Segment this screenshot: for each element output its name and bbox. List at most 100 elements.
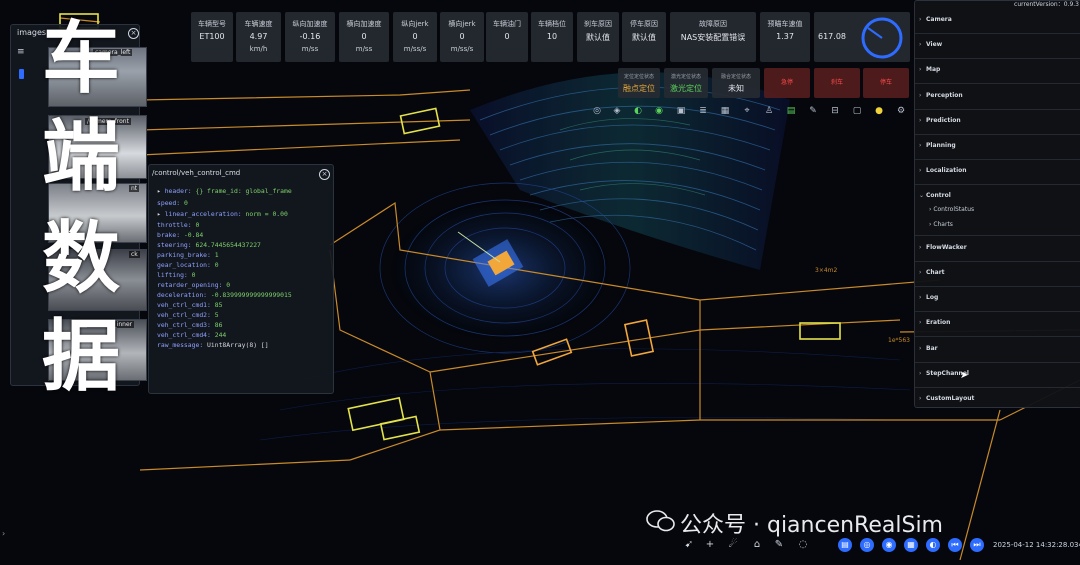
sidebar-item-stepchannel[interactable]: › StepChannel xyxy=(915,363,1080,388)
sidebar-sub-charts[interactable]: › Charts xyxy=(929,221,953,228)
status-brake-reason: 刹车原因 默认值 xyxy=(577,12,619,62)
scene-label-a: 3×4m2 xyxy=(815,267,838,274)
red-button-estop[interactable]: 急停 xyxy=(764,68,810,98)
close-icon[interactable]: × xyxy=(319,169,330,180)
sidebar-item-planning[interactable]: › Planning xyxy=(915,135,1080,160)
layer-icon[interactable]: ◎ xyxy=(590,104,604,118)
scroll-indicator[interactable] xyxy=(19,69,24,79)
sidebar-item-bar[interactable]: › Bar xyxy=(915,338,1080,363)
wechat-icon xyxy=(646,510,675,532)
field-lifting: lifting: 0 xyxy=(157,271,196,279)
camera-toggle-icon[interactable]: ◉ xyxy=(652,104,666,118)
field-brake: brake: -0.84 xyxy=(157,231,204,239)
field-cmd4: veh_ctrl_cmd4: 244 xyxy=(157,331,227,339)
lidar-icon[interactable]: ◐ xyxy=(631,104,645,118)
target-icon[interactable]: ⌖ xyxy=(740,104,754,118)
sidebar-item-prediction[interactable]: › Prediction xyxy=(915,110,1080,135)
right-sidebar: currentVersion：0.9.3 › Camera › View › Map … xyxy=(914,0,1080,408)
field-cmd2: veh_ctrl_cmd2: 5 xyxy=(157,311,219,319)
skip-back-icon[interactable]: ⏮ xyxy=(948,538,962,552)
grid-icon[interactable]: ▦ xyxy=(718,104,732,118)
collapse-arrow-icon[interactable]: › xyxy=(2,529,5,538)
radio-icon[interactable]: ◉ xyxy=(882,538,896,552)
field-parking-brake: parking_brake: 1 xyxy=(157,251,219,259)
sidebar-item-view[interactable]: › View xyxy=(915,34,1080,59)
lane-icon[interactable]: ≣ xyxy=(696,104,710,118)
sidebar-item-control[interactable]: ⌄ Control › ControlStatus › Charts xyxy=(915,185,1080,236)
status-lat-jerk: 横向jerk 0 m/ss/s xyxy=(440,12,484,62)
field-steering: steering: 624.7445654437227 xyxy=(157,241,261,249)
version-label: currentVersion：0.9.3 xyxy=(1014,1,1079,8)
status-long-jerk: 纵向jerk 0 m/ss/s xyxy=(393,12,437,62)
red-button-brake[interactable]: 刹车 xyxy=(814,68,860,98)
pointer-icon[interactable]: ➹ xyxy=(682,538,696,552)
control-message-panel: /control/veh_control_cmd × ▸ header: {} … xyxy=(148,164,334,394)
sidebar-item-camera[interactable]: › Camera xyxy=(915,9,1080,34)
pan-icon[interactable]: ☄ xyxy=(726,538,740,552)
status-preview-speed: 预瞄车速值 1.37 xyxy=(760,12,810,62)
sidebar-item-flowwacker[interactable]: › FlowWacker xyxy=(915,237,1080,262)
status-locate-state: 定位定位状态 融点定位 xyxy=(618,68,660,98)
grid-btn-icon[interactable]: ▦ xyxy=(904,538,918,552)
plus-icon[interactable]: + xyxy=(703,538,717,552)
3d-icon[interactable]: ▤ xyxy=(784,104,798,118)
control-panel-title: /control/veh_control_cmd xyxy=(152,169,241,177)
record-icon[interactable]: ▢ xyxy=(850,104,864,118)
status-laser-locate: 激光定位状态 激光定位 xyxy=(664,68,708,98)
watermark-text: 公众号 · qiancenRealSim xyxy=(680,513,943,538)
sidebar-item-chart[interactable]: › Chart xyxy=(915,262,1080,287)
red-button-stop[interactable]: 停车 xyxy=(863,68,909,98)
person-icon[interactable]: ♙ xyxy=(762,104,776,118)
box-icon[interactable]: ▣ xyxy=(674,104,688,118)
eye-off-icon[interactable]: ◌ xyxy=(796,538,810,552)
home-icon[interactable]: ⌂ xyxy=(750,538,764,552)
route-icon[interactable]: ◈ xyxy=(610,104,624,118)
status-vehicle-model: 车辆型号 ET100 xyxy=(191,12,233,62)
edit-icon[interactable]: ✎ xyxy=(806,104,820,118)
field-linear-acc[interactable]: ▸ linear_acceleration: norm = 0.00 xyxy=(157,210,288,218)
field-cmd3: veh_ctrl_cmd3: 86 xyxy=(157,321,223,329)
overlay-char-2: 端 xyxy=(42,112,121,202)
settings-icon[interactable]: ⚙ xyxy=(894,104,908,118)
ruler-icon[interactable]: ✎ xyxy=(772,538,786,552)
status-throttle: 车辆油门 0 xyxy=(486,12,528,62)
field-header[interactable]: ▸ header: {} frame_id: global_frame xyxy=(157,187,292,195)
mouse-cursor-icon: ➤ xyxy=(960,370,969,381)
file-icon[interactable]: ▤ xyxy=(838,538,852,552)
menu-icon[interactable]: ≡ xyxy=(17,47,25,57)
sidebar-item-perception[interactable]: › Perception xyxy=(915,85,1080,110)
field-retarder: retarder_opening: 0 xyxy=(157,281,231,289)
skip-forward-icon[interactable]: ⏭ xyxy=(970,538,984,552)
overlay-char-4: 据 xyxy=(42,312,121,402)
sidebar-sub-controlstatus[interactable]: › ControlStatus xyxy=(929,206,974,213)
close-icon[interactable]: × xyxy=(128,28,139,39)
field-throttle: throttle: 0 xyxy=(157,221,200,229)
camera-right-label: nt xyxy=(129,185,140,192)
field-deceleration: deceleration: -0.839999999999999015 xyxy=(157,291,292,299)
sidebar-item-localization[interactable]: › Localization xyxy=(915,160,1080,185)
field-raw-message: raw_message: Uint8Array(8) [] xyxy=(157,341,269,349)
sidebar-item-map[interactable]: › Map xyxy=(915,59,1080,84)
target-btn-icon[interactable]: ◎ xyxy=(860,538,874,552)
timestamp: 2025-04-12 14:32:28.034 xyxy=(993,541,1080,549)
status-fusion-locate: 融合定位状态 未知 xyxy=(712,68,760,98)
field-speed: speed: 0 xyxy=(157,199,188,207)
loop-icon[interactable]: ◐ xyxy=(926,538,940,552)
sun-icon[interactable]: ● xyxy=(872,104,886,118)
status-vehicle-speed: 车辆速度 4.97 km/h xyxy=(236,12,281,62)
scene-label-b: 1e*563 xyxy=(888,337,910,344)
status-long-acc: 纵向加速度 -0.16 m/ss xyxy=(285,12,335,62)
overlay-char-3: 数 xyxy=(42,214,121,304)
sidebar-item-customlayout[interactable]: › CustomLayout xyxy=(915,388,1080,412)
sidebar-item-eration[interactable]: › Eration xyxy=(915,312,1080,337)
status-stop-reason: 停车原因 默认值 xyxy=(622,12,666,62)
status-gear: 车辆档位 10 xyxy=(531,12,573,62)
field-cmd1: veh_ctrl_cmd1: 85 xyxy=(157,301,223,309)
overlay-char-1: 车 xyxy=(42,14,121,104)
speed-dial-icon xyxy=(861,17,903,59)
sidebar-item-log[interactable]: › Log xyxy=(915,287,1080,312)
camera-back-label: ck xyxy=(129,251,140,258)
status-fault-reason: 故障原因 NAS安装配置错误 xyxy=(670,12,756,62)
car-icon[interactable]: ⊟ xyxy=(828,104,842,118)
field-gear-location: gear_location: 0 xyxy=(157,261,219,269)
